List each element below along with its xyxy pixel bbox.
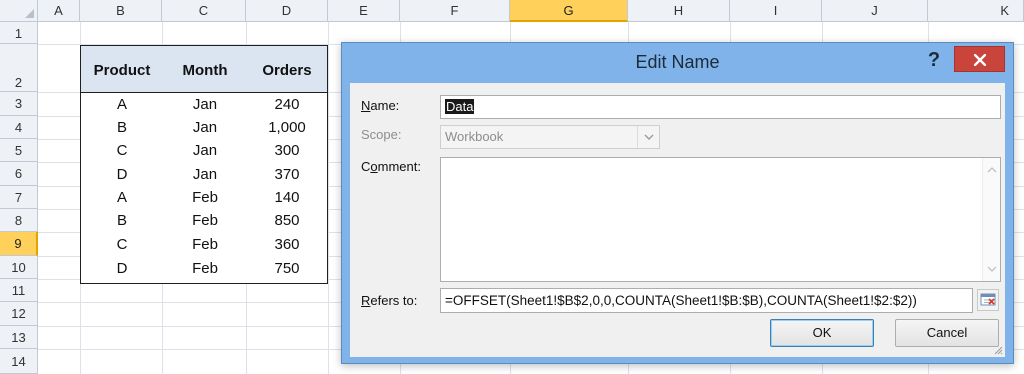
column-header-c[interactable]: C [162, 0, 246, 22]
close-button[interactable] [954, 46, 1005, 72]
table-cell-orders[interactable]: 140 [247, 186, 327, 209]
table-cell-product[interactable]: D [81, 163, 163, 186]
help-button[interactable]: ? [923, 48, 945, 72]
scope-select-value: Workbook [445, 129, 504, 144]
column-header-i[interactable]: I [730, 0, 822, 22]
row-header-3[interactable]: 3 [0, 92, 38, 116]
table-header-row: Product Month Orders [81, 46, 327, 93]
row-header-7[interactable]: 7 [0, 186, 38, 209]
table-cell-product[interactable]: A [81, 186, 163, 209]
row-header-10[interactable]: 10 [0, 256, 38, 279]
data-table: Product Month Orders A Jan 240 B Jan 1,000 C Ja… [80, 45, 328, 284]
select-all-corner[interactable] [0, 0, 38, 22]
comment-textarea[interactable] [440, 157, 1001, 282]
refers-to-label: Refers to: [361, 293, 418, 308]
header-cell-product[interactable]: Product [81, 46, 163, 93]
column-header-e[interactable]: E [328, 0, 400, 22]
row-header-11[interactable]: 11 [0, 279, 38, 302]
table-cell-month[interactable]: Jan [163, 163, 247, 186]
column-header-b[interactable]: B [80, 0, 162, 22]
table-cell-month[interactable]: Feb [163, 186, 247, 209]
table-cell-orders[interactable]: 360 [247, 233, 327, 256]
table-cell-month[interactable]: Jan [163, 93, 247, 116]
row-header-1[interactable]: 1 [0, 22, 38, 44]
dialog-title: Edit Name [635, 52, 720, 72]
row-header-4[interactable]: 4 [0, 116, 38, 139]
row-header-2[interactable]: 2 [0, 44, 38, 92]
table-cell-product[interactable]: B [81, 116, 163, 139]
row-header-9[interactable]: 9 [0, 232, 38, 256]
table-cell-month[interactable]: Jan [163, 139, 247, 162]
table-cell-orders[interactable]: 1,000 [247, 116, 327, 139]
cancel-button[interactable]: Cancel [895, 319, 999, 347]
collapse-dialog-icon [980, 293, 996, 306]
table-cell-month[interactable]: Feb [163, 257, 247, 280]
scroll-up-icon [987, 167, 997, 173]
column-header-d[interactable]: D [246, 0, 328, 22]
table-cell-orders[interactable]: 240 [247, 93, 327, 116]
resize-grip-icon[interactable] [993, 345, 1003, 355]
table-cell-product[interactable]: C [81, 139, 163, 162]
collapse-dialog-button[interactable] [977, 289, 999, 311]
refers-to-input[interactable]: =OFFSET(Sheet1!$B$2,0,0,COUNTA(Sheet1!$B… [440, 288, 973, 313]
column-header-j[interactable]: J [822, 0, 928, 22]
column-header-k[interactable]: K [928, 0, 1024, 22]
column-header-g[interactable]: G [510, 0, 628, 22]
table-cell-orders[interactable]: 750 [247, 257, 327, 280]
table-cell-orders[interactable]: 850 [247, 209, 327, 232]
table-cell-month[interactable]: Jan [163, 116, 247, 139]
ok-button[interactable]: OK [770, 319, 874, 347]
name-input[interactable]: Data [440, 95, 1001, 119]
header-cell-month[interactable]: Month [163, 46, 247, 93]
row-header-8[interactable]: 8 [0, 209, 38, 232]
table-cell-product[interactable]: A [81, 93, 163, 116]
table-cell-month[interactable]: Feb [163, 209, 247, 232]
scope-select[interactable]: Workbook [440, 125, 660, 149]
row-header-14[interactable]: 14 [0, 349, 38, 374]
dialog-titlebar[interactable]: Edit Name ? [342, 43, 1013, 83]
header-cell-orders[interactable]: Orders [247, 46, 327, 93]
scope-dropdown-button[interactable] [637, 126, 659, 148]
table-cell-product[interactable]: C [81, 233, 163, 256]
name-input-value: Data [445, 99, 475, 114]
table-cell-orders[interactable]: 370 [247, 163, 327, 186]
table-cell-product[interactable]: D [81, 257, 163, 280]
column-header-a[interactable]: A [38, 0, 80, 22]
name-label: Name: [361, 98, 400, 113]
table-cell-orders[interactable]: 300 [247, 139, 327, 162]
row-header-13[interactable]: 13 [0, 326, 38, 349]
comment-label: Comment: [361, 159, 421, 174]
close-icon [974, 54, 986, 66]
row-header-5[interactable]: 5 [0, 139, 38, 162]
chevron-down-icon [644, 134, 654, 140]
scroll-down-icon [987, 266, 997, 272]
column-header-h[interactable]: H [628, 0, 730, 22]
row-header-12[interactable]: 12 [0, 302, 38, 326]
scope-label: Scope: [361, 127, 402, 142]
edit-name-dialog: Edit Name ? Name: Data Scope: Workbook C… [341, 42, 1014, 364]
comment-scrollbar[interactable] [982, 158, 1000, 281]
table-cell-month[interactable]: Feb [163, 233, 247, 256]
row-header-6[interactable]: 6 [0, 162, 38, 186]
table-cell-product[interactable]: B [81, 209, 163, 232]
column-header-f[interactable]: F [400, 0, 510, 22]
dialog-body: Name: Data Scope: Workbook Comment: Refe… [350, 83, 1005, 357]
